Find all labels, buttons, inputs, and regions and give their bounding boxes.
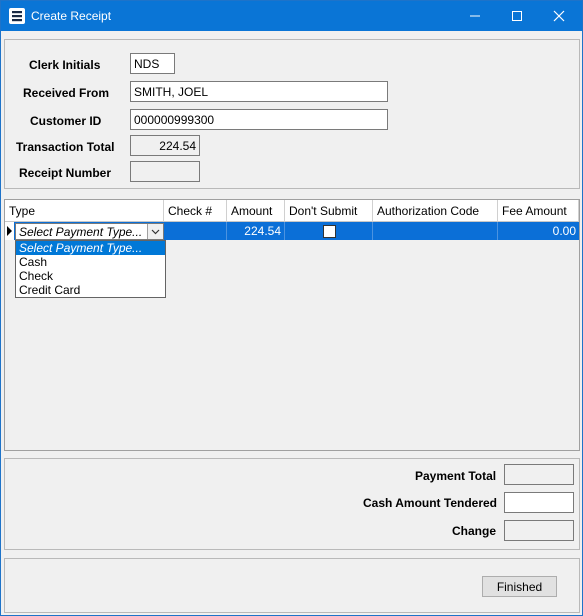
customer-id-field[interactable]: 000000999300 (130, 109, 388, 130)
minimize-button[interactable] (454, 1, 496, 31)
column-header-check-number[interactable]: Check # (164, 200, 227, 222)
clerk-initials-label: Clerk Initials (29, 58, 101, 72)
chevron-down-icon[interactable] (147, 224, 163, 239)
authorization-code-cell[interactable] (373, 222, 498, 240)
window-title: Create Receipt (31, 9, 112, 23)
footer-panel: Finished (4, 558, 580, 613)
column-header-amount[interactable]: Amount (227, 200, 285, 222)
cash-tendered-label: Cash Amount Tendered (363, 496, 498, 510)
clerk-initials-field[interactable]: NDS (130, 53, 175, 74)
payments-grid[interactable]: Type Check # Amount Don't Submit Authori… (4, 199, 580, 451)
column-header-type[interactable]: Type (5, 200, 164, 222)
check-number-cell[interactable] (164, 222, 227, 240)
column-header-fee-amount[interactable]: Fee Amount (498, 200, 579, 222)
received-from-label: Received From (23, 86, 110, 100)
dropdown-option-cash[interactable]: Cash (16, 255, 165, 269)
close-button[interactable] (538, 1, 580, 31)
row-indicator-icon (5, 222, 14, 240)
close-icon (553, 10, 565, 22)
receipt-info-panel: Clerk Initials NDS Received From SMITH, … (4, 39, 580, 189)
dont-submit-checkbox[interactable] (323, 225, 336, 238)
dropdown-option-check[interactable]: Check (16, 269, 165, 283)
customer-id-label: Customer ID (30, 114, 102, 128)
dropdown-option-credit-card[interactable]: Credit Card (16, 283, 165, 297)
title-bar[interactable]: Create Receipt (1, 1, 582, 31)
maximize-icon (512, 11, 522, 21)
payment-type-value: Select Payment Type... (19, 225, 143, 239)
dropdown-option-select-payment-type[interactable]: Select Payment Type... (16, 241, 165, 255)
minimize-icon (470, 15, 480, 17)
cash-tendered-field[interactable] (504, 492, 574, 513)
fee-amount-cell[interactable]: 0.00 (498, 222, 579, 240)
payment-total-field (504, 464, 574, 485)
transaction-total-field: 224.54 (130, 135, 200, 156)
finished-button[interactable]: Finished (482, 576, 557, 597)
payment-type-select[interactable]: Select Payment Type... (15, 223, 164, 240)
receipt-number-label: Receipt Number (19, 166, 112, 180)
change-label: Change (452, 524, 497, 538)
app-logo-icon (9, 8, 25, 24)
column-header-authorization-code[interactable]: Authorization Code (373, 200, 498, 222)
received-from-field[interactable]: SMITH, JOEL (130, 81, 388, 102)
column-header-dont-submit[interactable]: Don't Submit (285, 200, 373, 222)
receipt-number-field (130, 161, 200, 182)
payment-total-label: Payment Total (415, 469, 497, 483)
create-receipt-window: Create Receipt Clerk Initials NDS Receiv… (0, 0, 583, 616)
payment-type-dropdown: Select Payment Type... Cash Check Credit… (15, 240, 166, 298)
amount-cell[interactable]: 224.54 (227, 222, 285, 240)
change-field (504, 520, 574, 541)
transaction-total-label: Transaction Total (16, 140, 115, 154)
totals-panel: Payment Total Cash Amount Tendered Chang… (4, 458, 580, 550)
maximize-button[interactable] (496, 1, 538, 31)
